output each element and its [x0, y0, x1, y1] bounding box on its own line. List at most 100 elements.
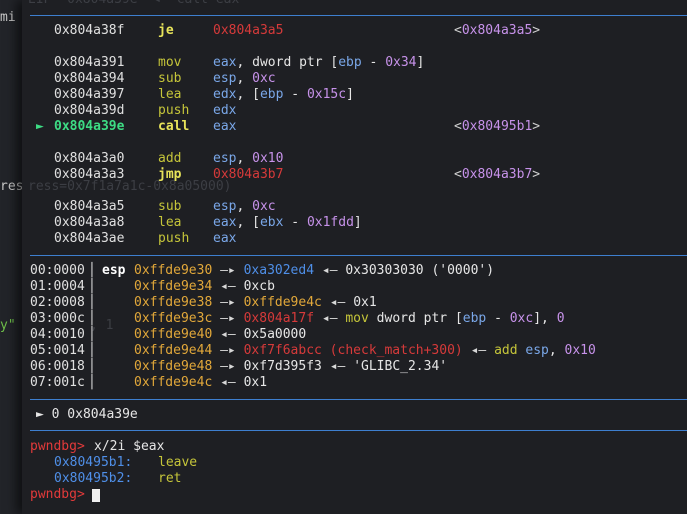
operand-token: -	[486, 311, 510, 326]
instruction-address: 0x804a3a3	[54, 167, 125, 182]
operand-token: ,	[236, 199, 253, 214]
stack-offset: 02:0008	[30, 295, 85, 310]
operand-token: esp	[213, 199, 237, 214]
instruction-row: 0x804a3a3 jmp 0x804a3b7 <0x804a3b7>	[22, 167, 682, 183]
operand-token: ◂—	[321, 295, 354, 310]
stack-offset: 00:0000	[30, 263, 85, 278]
instruction-address: 0x804a39e	[54, 119, 125, 134]
operand-text: 0xffde9e4c ◂— 0x1	[134, 375, 267, 391]
instruction-row: 0x804a391 mov eax, dword ptr [ebp - 0x34]	[22, 55, 682, 71]
operand-token: ,	[236, 151, 253, 166]
operand-text: edx	[213, 103, 236, 119]
operand-token: ,	[236, 71, 253, 86]
background-window: mi res y"	[0, 0, 22, 514]
operand-token: 0x804a17f	[243, 311, 315, 326]
operand-text: 0xffde9e48 —▸ 0xf7d395f3 ◂— 'GLIBC_2.34'	[134, 359, 447, 375]
operand-token: 0x10	[564, 343, 596, 358]
instruction-mnemonic: lea	[158, 215, 182, 230]
operand-token: 0xffde9e38	[134, 295, 213, 310]
stack-row: 03:000c │ 0xffde9e3c —▸ 0x804a17f ◂— mov d…	[22, 311, 682, 327]
operand-text: 0xffde9e40 ◂— 0x5a0000	[134, 327, 306, 343]
stack-row: 00:0000 │ esp 0xffde9e30 —▸ 0xa302ed4 ◂— 0x…	[22, 263, 682, 279]
operand-token: ◂—	[462, 343, 495, 358]
operand-text: 0xffde9e38 —▸ 0xffde9e4c ◂— 0x1	[134, 295, 377, 311]
operand-token: 0xffde9e44	[134, 343, 213, 358]
operand-token: 0x5a0000	[243, 327, 307, 342]
command-text: x/2i $eax	[94, 439, 165, 454]
prompt-label: pwndbg>	[30, 487, 85, 502]
bracket: >	[532, 167, 541, 182]
background-text: y"	[0, 318, 16, 333]
operand-token: ,	[548, 343, 565, 358]
operand-token: 0x804a3b7	[213, 167, 284, 182]
operand-text: esp, 0x10	[213, 151, 283, 167]
operand-token: 0x30303030 ('0000')	[345, 263, 495, 278]
stack-divider: │	[88, 311, 96, 326]
instruction-address: 0x804a3a8	[54, 215, 125, 230]
operand-token: 0x1fdd	[306, 215, 354, 230]
terminal-window[interactable]: EIP 0x804a39e ◂— call eax ress=0x7f1a7a1…	[22, 0, 687, 514]
backtrace-line: ► 0 0x804a39e	[36, 407, 138, 422]
target-address: 0x804a3a5	[461, 23, 533, 38]
operand-token	[369, 311, 377, 326]
operand-token: dword ptr [	[376, 311, 463, 326]
instruction-address: 0x804a38f	[54, 23, 125, 38]
operand-token: —▸	[212, 263, 244, 278]
operand-token: ebp	[259, 87, 284, 102]
operand-token: , [	[236, 87, 260, 102]
operand-token: 0xa302ed4	[243, 263, 315, 278]
section-separator	[30, 399, 687, 400]
operand-token: 0xffde9e30	[134, 263, 213, 278]
output-mnemonic: ret	[158, 471, 182, 486]
instruction-mnemonic: lea	[158, 87, 182, 102]
operand-text: eax, [ebx - 0x1fdd]	[213, 215, 362, 231]
instruction-row: 0x804a3a0 add esp, 0x10	[22, 151, 682, 167]
operand-token: mov	[345, 311, 369, 326]
operand-token: , dword ptr [	[236, 55, 339, 70]
stack-row: 06:0018 │ 0xffde9e48 —▸ 0xf7d395f3 ◂— 'GLI…	[22, 359, 682, 375]
operand-text: eax	[213, 119, 236, 135]
bracket: >	[532, 119, 541, 134]
stack-row: 02:0008 │ 0xffde9e38 —▸ 0xffde9e4c ◂— 0x1	[22, 295, 682, 311]
operand-token: -	[361, 55, 386, 70]
operand-token: esp	[525, 343, 549, 358]
operand-token: 0xcb	[243, 279, 275, 294]
instruction-row: 0x804a3a8 lea eax, [ebx - 0x1fdd]	[22, 215, 682, 231]
stack-divider: │	[88, 359, 96, 374]
instruction-row: 0x804a38f je 0x804a3a5 <0x804a3a5>	[22, 23, 682, 39]
operand-token: eax	[213, 231, 237, 246]
operand-token: 0xf7f6abcc (check_match+300)	[243, 343, 463, 358]
instruction-mnemonic: je	[158, 23, 174, 38]
operand-token: 0x34	[385, 55, 417, 70]
operand-token: esp	[213, 71, 237, 86]
operand-token: ◂—	[212, 375, 244, 390]
operand-text: esp, 0xc	[213, 71, 276, 87]
terminal-cursor[interactable]	[92, 489, 100, 502]
ghost-text: EIP 0x804a39e ◂— call eax	[28, 0, 239, 8]
stack-offset: 01:0004	[30, 279, 85, 294]
operand-text: eax, dword ptr [ebp - 0x34]	[213, 55, 424, 71]
operand-token: 0x1	[353, 295, 377, 310]
operand-token: 0xffde9e4c	[134, 375, 213, 390]
stack-row: 04:0010 │ 0xffde9e40 ◂— 0x5a0000	[22, 327, 682, 343]
operand-token: ◂—	[212, 327, 244, 342]
operand-token: 0	[556, 311, 565, 326]
input-line[interactable]: pwndbg>	[30, 487, 85, 503]
section-separator	[30, 430, 687, 431]
operand-text: 0x804a3b7	[213, 167, 283, 183]
section-separator	[30, 15, 687, 16]
operand-token: 0x10	[252, 151, 284, 166]
instruction-mnemonic: push	[158, 231, 190, 246]
bracket: <	[454, 23, 462, 38]
stack-offset: 05:0014	[30, 343, 85, 358]
operand-text: 0xffde9e30 —▸ 0xa302ed4 ◂— 0x30303030 ('…	[134, 263, 494, 279]
stack-row: 05:0014 │ 0xffde9e44 —▸ 0xf7f6abcc (check_…	[22, 343, 682, 359]
stack-divider: │	[88, 279, 96, 294]
operand-token: ]	[346, 87, 354, 102]
instruction-mnemonic: jmp	[158, 167, 182, 182]
instruction-mnemonic: mov	[158, 55, 182, 70]
instruction-address: 0x804a3ae	[54, 231, 125, 246]
operand-text: 0xffde9e34 ◂— 0xcb	[134, 279, 275, 295]
operand-text: 0xffde9e44 —▸ 0xf7f6abcc (check_match+30…	[134, 343, 596, 359]
operand-token: 0xf7d395f3	[243, 359, 322, 374]
